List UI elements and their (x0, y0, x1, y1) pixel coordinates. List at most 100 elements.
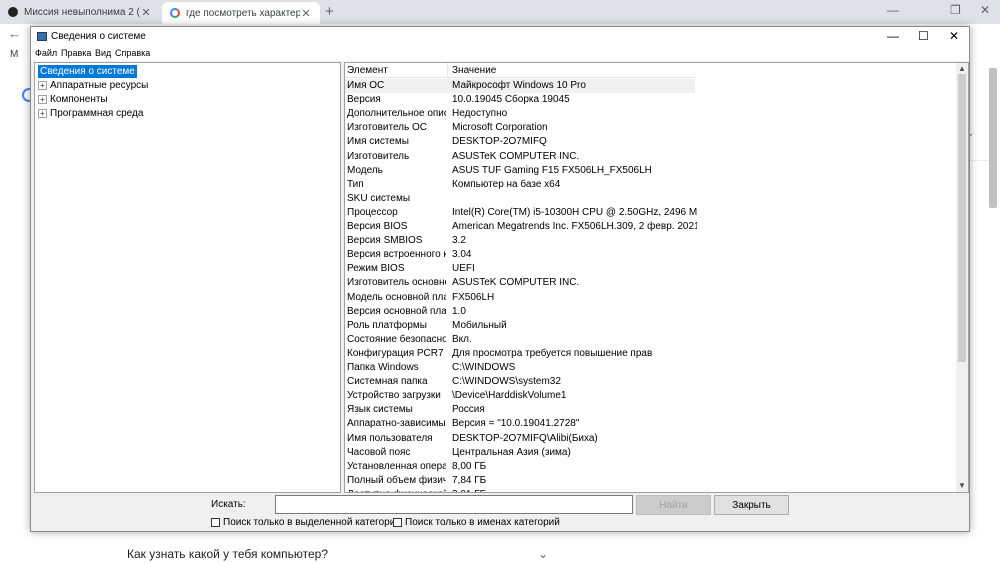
table-row[interactable]: Установленная операт... 8,00 ГБ (345, 460, 695, 474)
row-item-value: Компьютер на базе x64 (452, 178, 561, 190)
row-item-value: Россия (452, 404, 485, 416)
table-row[interactable]: Дополнительное опис... Недоступно (345, 107, 695, 121)
table-row[interactable]: Доступно физической... 3,01 ГБ (345, 488, 697, 492)
table-row[interactable]: Полный объем физич... 7,84 ГБ (345, 474, 695, 488)
row-item-value: 3.04 (452, 249, 472, 261)
row-item-name: Режим BIOS (347, 263, 405, 275)
table-row[interactable]: Процессор Intel(R) Core(TM) i5-10300H CPU… (345, 206, 697, 220)
close-window-button[interactable]: ✕ (949, 29, 959, 43)
row-item-name: Версия основной платы (347, 305, 446, 317)
table-row[interactable]: Аппаратно-зависимы... Версия = "10.0.1904… (345, 417, 695, 431)
table-row[interactable]: Состояние безопасно... Вкл. (345, 333, 695, 347)
table-row[interactable]: Имя ОС Майкрософт Windows 10 Pro (345, 79, 695, 93)
chevron-down-icon[interactable]: ⌄ (538, 547, 548, 561)
menu-view[interactable]: Вид (95, 48, 111, 58)
find-button[interactable]: Найти (636, 495, 711, 515)
checkbox-search-category-names[interactable]: Поиск только в именах категорий (393, 517, 560, 528)
expand-plus-icon[interactable]: + (38, 81, 47, 90)
row-item-value: 8,00 ГБ (452, 460, 487, 472)
table-row[interactable]: Часовой пояс Центральная Азия (зима) (345, 446, 695, 460)
checkbox-box[interactable] (211, 518, 220, 527)
row-item-name: Процессор (347, 206, 398, 218)
table-row[interactable]: Версия BIOS American Megatrends Inc. FX50… (345, 220, 697, 234)
checkbox-label: Поиск только в именах категорий (405, 517, 560, 528)
expand-plus-icon[interactable]: + (38, 95, 47, 104)
table-row[interactable]: SKU системы (345, 192, 695, 206)
table-row[interactable]: Конфигурация PCR7 Для просмотра требуется… (345, 347, 695, 361)
expand-plus-icon[interactable]: + (38, 109, 47, 118)
menu-help[interactable]: Справка (115, 48, 150, 58)
vertical-scrollbar[interactable]: ▲ ▼ (956, 63, 968, 492)
details-list[interactable]: Элемент Значение Имя ОС Майкрософт Window… (344, 62, 969, 493)
table-row[interactable]: Модель основной пла... FX506LH (345, 291, 695, 305)
table-row[interactable]: Устройство загрузки \Device\HarddiskVolum… (345, 389, 695, 403)
row-item-value: 10.0.19045 Сборка 19045 (452, 94, 570, 106)
search-input[interactable] (275, 495, 633, 514)
table-row[interactable]: Режим BIOS UEFI (345, 262, 695, 276)
page-scrollbar-thumb[interactable] (989, 68, 997, 208)
column-header-item[interactable]: Элемент (347, 65, 388, 76)
column-header-value[interactable]: Значение (452, 65, 496, 76)
category-tree[interactable]: Сведения о системе + Аппаратные ресурсы … (34, 62, 341, 493)
tree-item-components[interactable]: + Компоненты (38, 93, 108, 106)
maximize-button[interactable]: ☐ (918, 29, 929, 43)
browser-close-button[interactable]: ✕ (980, 3, 990, 17)
table-row[interactable]: Папка Windows C:\WINDOWS (345, 361, 695, 375)
table-row[interactable]: Версия SMBIOS 3.2 (345, 234, 695, 248)
scrollbar-thumb[interactable] (958, 74, 966, 362)
scroll-down-arrow-icon[interactable]: ▼ (958, 481, 966, 490)
row-item-value: 3.2 (452, 235, 466, 247)
browser-minimize-button[interactable]: — (887, 3, 899, 17)
browser-tab-bar: Миссия невыполнима 2 (2000) с ✕ где посм… (0, 0, 1000, 24)
row-item-value: ASUS TUF Gaming F15 FX506LH_FX506LH (452, 164, 652, 176)
browser-tab-1[interactable]: Миссия невыполнима 2 (2000) с ✕ (0, 0, 160, 24)
tree-item-hardware-resources[interactable]: + Аппаратные ресурсы (38, 79, 148, 92)
window-titlebar[interactable]: Сведения о системе — ☐ ✕ (31, 27, 969, 47)
table-row[interactable]: Версия основной платы 1.0 (345, 305, 695, 319)
close-button[interactable]: Закрыть (714, 495, 789, 515)
checkbox-search-selected-category[interactable]: Поиск только в выделенной категории (211, 517, 401, 528)
checkbox-box[interactable] (393, 518, 402, 527)
table-row[interactable]: Системная папка C:\WINDOWS\system32 (345, 375, 695, 389)
table-row[interactable]: Модель ASUS TUF Gaming F15 FX506LH_FX506L… (345, 164, 695, 178)
bookmark-item[interactable]: М (10, 49, 18, 60)
table-row[interactable]: Тип Компьютер на базе x64 (345, 178, 695, 192)
minimize-button[interactable]: — (887, 29, 899, 43)
tree-item-label: Компоненты (50, 94, 108, 105)
table-row[interactable]: Изготовитель основно... ASUSTeK COMPUTER … (345, 276, 695, 290)
tree-item-system-summary[interactable]: Сведения о системе (38, 65, 137, 78)
scroll-up-arrow-icon[interactable]: ▲ (958, 64, 966, 73)
row-item-name: Конфигурация PCR7 (347, 347, 444, 359)
tab-close-icon[interactable]: ✕ (300, 7, 312, 20)
browser-maximize-button[interactable]: ❐ (950, 3, 961, 17)
table-row[interactable]: Имя пользователя DESKTOP-2O7MIFQ\Alibi(Би… (345, 432, 695, 446)
table-row[interactable]: Изготовитель ОС Microsoft Corporation (345, 121, 695, 135)
column-divider[interactable] (447, 63, 448, 78)
tab-close-icon[interactable]: ✕ (140, 6, 152, 19)
row-item-value: Для просмотра требуется повышение прав (452, 347, 653, 359)
row-item-name: Имя системы (347, 136, 409, 148)
table-row[interactable]: Версия встроенного к... 3.04 (345, 248, 695, 262)
system-info-window: Сведения о системе — ☐ ✕ Файл Правка Вид… (30, 26, 970, 532)
table-row[interactable]: Роль платформы Мобильный (345, 319, 695, 333)
tab-title: Миссия невыполнима 2 (2000) с (24, 6, 140, 18)
row-item-value: \Device\HarddiskVolume1 (452, 390, 567, 402)
row-item-value: DESKTOP-2O7MIFQ (452, 136, 547, 148)
row-item-value: Майкрософт Windows 10 Pro (452, 80, 586, 91)
tree-item-software-environment[interactable]: + Программная среда (38, 107, 143, 120)
table-row[interactable]: Версия 10.0.19045 Сборка 19045 (345, 93, 695, 107)
related-question-link[interactable]: Как узнать какой у тебя компьютер? (127, 547, 328, 561)
row-item-name: Имя пользователя (347, 432, 433, 444)
table-row[interactable]: Имя системы DESKTOP-2O7MIFQ (345, 135, 695, 149)
row-item-name: Модель (347, 164, 383, 176)
table-row[interactable]: Изготовитель ASUSTeK COMPUTER INC. (345, 150, 695, 164)
row-item-value: DESKTOP-2O7MIFQ\Alibi(Биха) (452, 432, 598, 444)
row-item-name: Состояние безопасно... (347, 333, 446, 345)
table-row[interactable]: Язык системы Россия (345, 403, 695, 417)
back-arrow-icon[interactable]: ← (8, 26, 21, 41)
menu-file[interactable]: Файл (35, 48, 57, 58)
menu-edit[interactable]: Правка (61, 48, 91, 58)
new-tab-button[interactable]: + (325, 3, 334, 20)
browser-tab-2[interactable]: где посмотреть характеристики ✕ (162, 2, 320, 24)
row-item-value: 3,01 ГБ (452, 489, 697, 492)
